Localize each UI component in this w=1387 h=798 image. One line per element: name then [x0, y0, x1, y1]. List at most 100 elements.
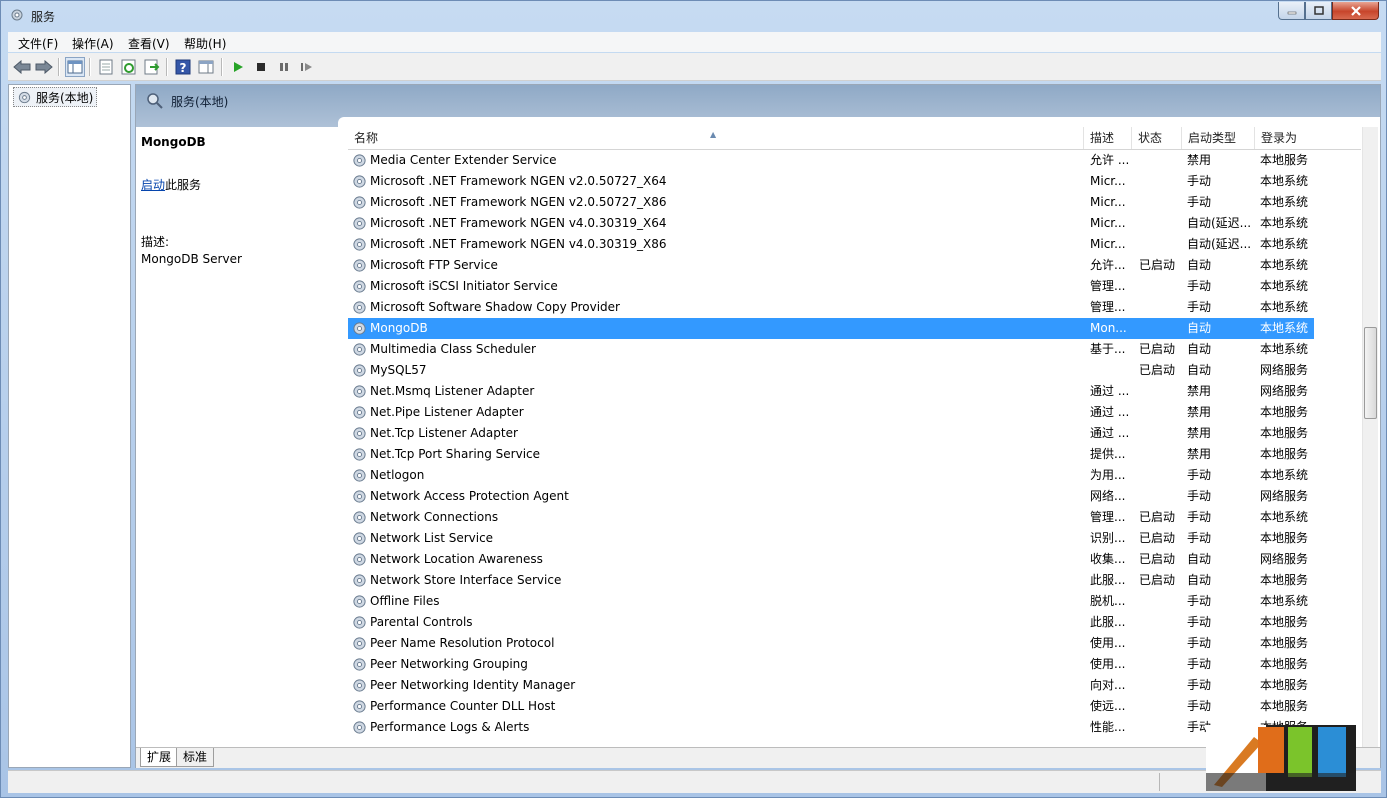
table-row[interactable]: Network List Service 识别... 已启动 手动 本地服务: [348, 528, 1314, 549]
service-desc-cell: 基于...: [1090, 342, 1126, 356]
table-row[interactable]: Netlogon 为用... 手动 本地系统: [348, 465, 1314, 486]
scrollbar-thumb[interactable]: [1364, 327, 1377, 419]
menu-help[interactable]: 帮助(H): [184, 35, 226, 52]
watermark-logo: [1206, 725, 1356, 791]
table-row[interactable]: Peer Name Resolution Protocol 使用... 手动 本地服务: [348, 633, 1314, 654]
help-button[interactable]: ?: [173, 57, 193, 77]
table-row[interactable]: Microsoft .NET Framework NGEN v4.0.30319…: [348, 234, 1314, 255]
service-name-cell: Performance Logs & Alerts: [370, 720, 530, 734]
export-icon: [144, 59, 160, 75]
table-row[interactable]: Microsoft .NET Framework NGEN v2.0.50727…: [348, 171, 1314, 192]
table-row[interactable]: Network Location Awareness 收集... 已启动 自动 网络服务: [348, 549, 1314, 570]
table-row[interactable]: Media Center Extender Service 允许 ... 禁用 本地服…: [348, 150, 1314, 171]
table-row[interactable]: Microsoft Software Shadow Copy Provider 管…: [348, 297, 1314, 318]
maximize-button[interactable]: [1305, 2, 1332, 20]
service-logon-cell: 本地系统: [1260, 321, 1309, 335]
service-name-cell: Parental Controls: [370, 615, 473, 629]
title-bar[interactable]: 服务: [1, 1, 1386, 31]
stop-service-button[interactable]: [251, 57, 271, 77]
pane-header: 服务(本地): [136, 85, 1380, 127]
pause-service-button[interactable]: [274, 57, 294, 77]
gear-icon: [352, 384, 367, 399]
table-row[interactable]: Network Connections 管理... 已启动 手动 本地系统: [348, 507, 1314, 528]
table-row[interactable]: Net.Tcp Port Sharing Service 提供... 禁用 本地服务: [348, 444, 1314, 465]
column-header-name[interactable]: 名称 ▲: [348, 127, 1084, 149]
table-row[interactable]: Microsoft FTP Service 允许... 已启动 自动 本地系统: [348, 255, 1314, 276]
service-state-cell: 已启动: [1139, 552, 1176, 566]
gear-icon: [352, 279, 367, 294]
menu-view[interactable]: 查看(V): [128, 35, 170, 52]
service-logon-cell: 网络服务: [1260, 552, 1309, 566]
column-header-state[interactable]: 状态: [1132, 127, 1182, 149]
service-detail-panel: MongoDB 启动此服务 描述: MongoDB Server: [136, 127, 346, 747]
table-row[interactable]: Performance Counter DLL Host 使远... 手动 本地服务: [348, 696, 1314, 717]
table-row[interactable]: Network Store Interface Service 此服... 已启动自…: [348, 570, 1314, 591]
service-startup-cell: 禁用: [1187, 384, 1212, 398]
details-pane: 服务(本地) MongoDB 启动此服务 描述: MongoDB Server …: [135, 84, 1381, 768]
description-text: MongoDB Server: [141, 252, 242, 266]
gear-icon: [352, 174, 367, 189]
gear-icon: [352, 615, 367, 630]
service-logon-cell: 本地服务: [1260, 405, 1309, 419]
gear-icon: [352, 321, 367, 336]
table-row[interactable]: Parental Controls 此服... 手动 本地服务: [348, 612, 1314, 633]
service-logon-cell: 本地服务: [1260, 447, 1309, 461]
table-row[interactable]: Microsoft .NET Framework NGEN v4.0.30319…: [348, 213, 1314, 234]
service-desc-cell: 识别...: [1090, 531, 1126, 545]
table-row[interactable]: Offline Files 脱机... 手动 本地系统: [348, 591, 1314, 612]
forward-button[interactable]: [34, 57, 54, 77]
close-button[interactable]: [1332, 2, 1379, 20]
service-startup-cell: 禁用: [1187, 405, 1212, 419]
service-name-cell: Netlogon: [370, 468, 425, 482]
refresh-button[interactable]: [119, 57, 139, 77]
service-desc-cell: 允许 ...: [1090, 153, 1130, 167]
table-row[interactable]: MySQL57 已启动 自动 网络服务: [348, 360, 1314, 381]
resume-service-button[interactable]: [297, 57, 317, 77]
tab-standard[interactable]: 标准: [176, 748, 215, 767]
start-service-link[interactable]: 启动: [141, 178, 165, 192]
service-desc-cell: 管理...: [1090, 300, 1126, 314]
service-startup-cell: 自动: [1187, 573, 1212, 587]
service-logon-cell: 本地系统: [1260, 300, 1309, 314]
service-desc-cell: Micr...: [1090, 174, 1126, 188]
table-row[interactable]: Performance Logs & Alerts性能...手动本地服务: [348, 717, 1314, 738]
service-logon-cell: 本地服务: [1260, 678, 1309, 692]
tab-extended[interactable]: 扩展: [140, 748, 179, 767]
column-header-startup[interactable]: 启动类型: [1182, 127, 1255, 149]
back-button[interactable]: [12, 57, 32, 77]
minimize-button[interactable]: [1278, 2, 1305, 20]
table-row[interactable]: Microsoft .NET Framework NGEN v2.0.50727…: [348, 192, 1314, 213]
table-row[interactable]: MongoDB Mon... 自动 本地系统: [348, 318, 1314, 339]
table-row[interactable]: Network Access Protection Agent 网络... 手动 网络…: [348, 486, 1314, 507]
tree-node-services-local[interactable]: 服务(本地): [13, 87, 98, 107]
show-action-pane-button[interactable]: [196, 57, 216, 77]
service-startup-cell: 自动: [1187, 552, 1212, 566]
export-list-button[interactable]: [142, 57, 162, 77]
table-row[interactable]: Microsoft iSCSI Initiator Service 管理... 手动…: [348, 276, 1314, 297]
menu-file[interactable]: 文件(F): [18, 35, 58, 52]
vertical-scrollbar[interactable]: [1362, 127, 1378, 747]
table-row[interactable]: Peer Networking Identity Manager 向对... 手动 本…: [348, 675, 1314, 696]
column-header-row: 名称 ▲ 描述 状态 启动类型 登录为: [348, 127, 1361, 150]
column-header-logon[interactable]: 登录为: [1255, 127, 1361, 149]
show-console-tree-button[interactable]: [65, 57, 85, 77]
properties-icon: [99, 59, 113, 75]
table-row[interactable]: Net.Msmq Listener Adapter 通过 ... 禁用 网络服务: [348, 381, 1314, 402]
service-name-cell: MySQL57: [370, 363, 427, 377]
service-name-cell: Peer Networking Grouping: [370, 657, 528, 671]
show-pane-icon: [198, 60, 214, 74]
gear-icon: [352, 489, 367, 504]
table-row[interactable]: Peer Networking Grouping 使用... 手动 本地服务: [348, 654, 1314, 675]
column-header-desc[interactable]: 描述: [1084, 127, 1132, 149]
gear-icon: [352, 720, 367, 735]
properties-button[interactable]: [96, 57, 116, 77]
start-service-button[interactable]: [228, 57, 248, 77]
service-desc-cell: 使用...: [1090, 636, 1126, 650]
menu-action[interactable]: 操作(A): [72, 35, 114, 52]
table-row[interactable]: Net.Pipe Listener Adapter 通过 ... 禁用 本地服务: [348, 402, 1314, 423]
table-row[interactable]: Net.Tcp Listener Adapter 通过 ... 禁用 本地服务: [348, 423, 1314, 444]
service-startup-cell: 手动: [1187, 195, 1212, 209]
service-startup-cell: 手动: [1187, 279, 1212, 293]
table-row[interactable]: Multimedia Class Scheduler 基于... 已启动 自动 本地系统: [348, 339, 1314, 360]
service-startup-cell: 手动: [1187, 174, 1212, 188]
